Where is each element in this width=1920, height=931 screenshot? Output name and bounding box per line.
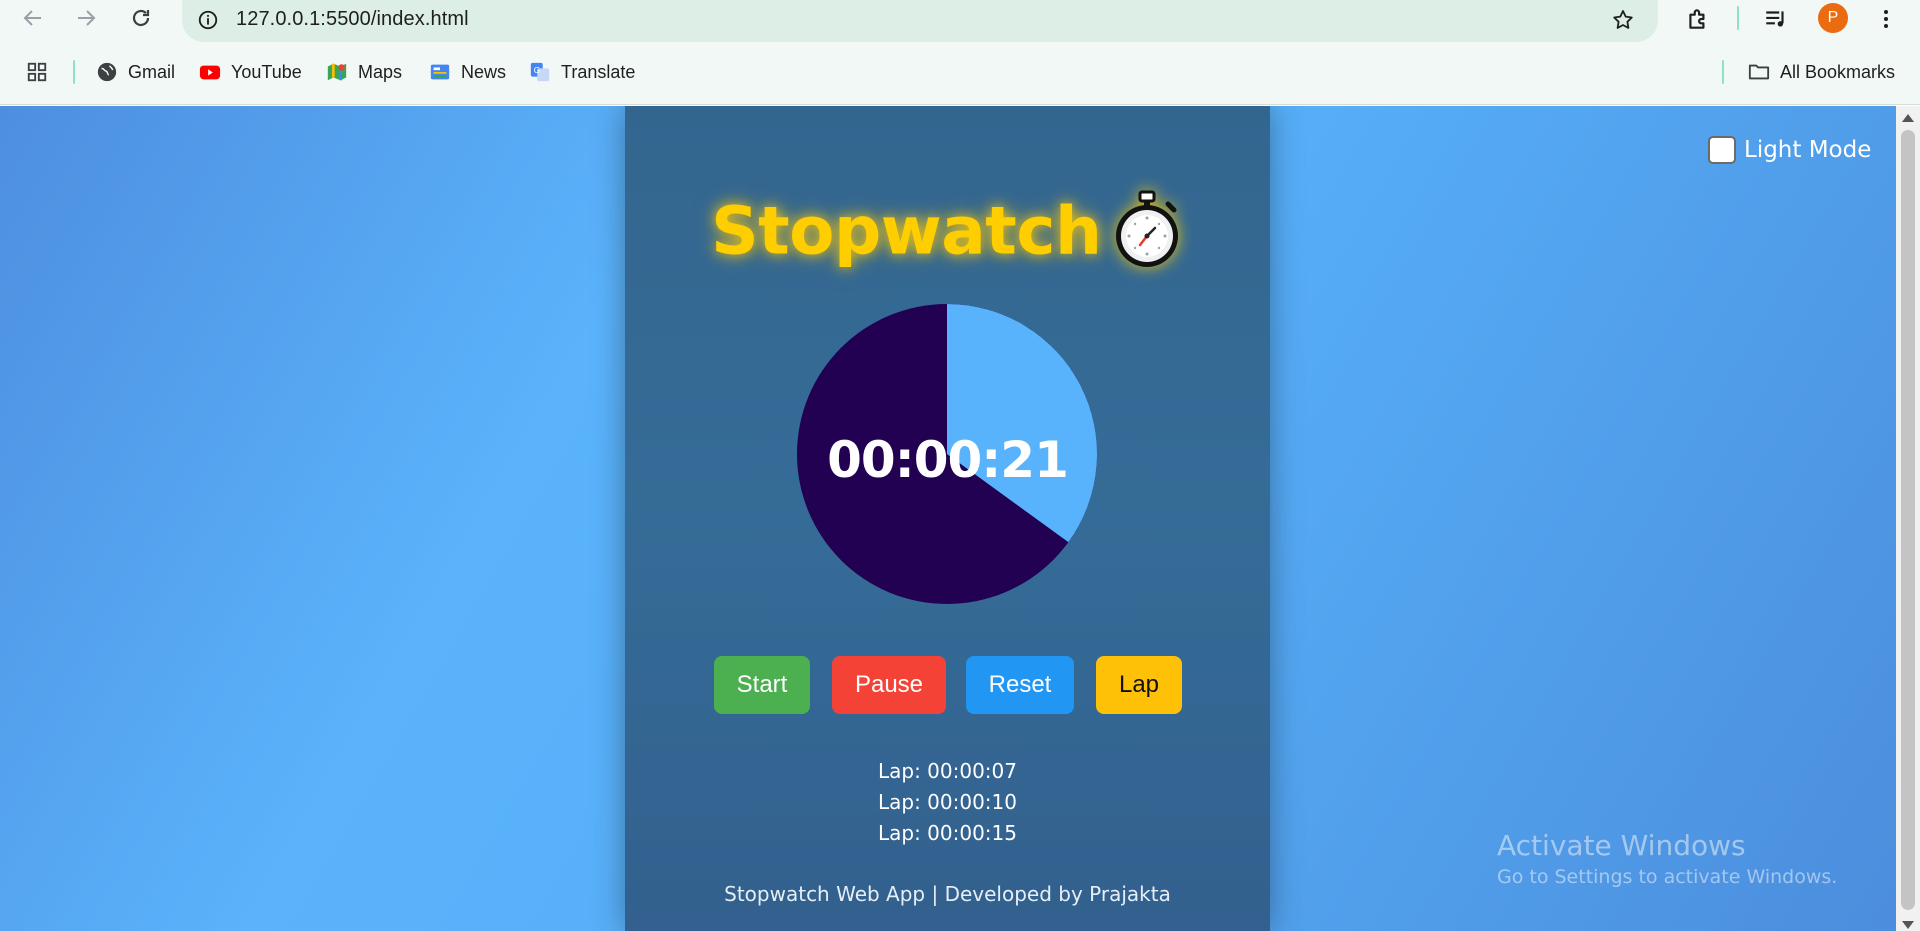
scroll-down-arrow-icon[interactable] xyxy=(1902,921,1914,929)
bookmark-maps[interactable]: Maps xyxy=(326,58,402,86)
footer-text: Stopwatch Web App | Developed by Prajakt… xyxy=(724,882,1171,906)
menu-kebab-icon[interactable] xyxy=(1868,2,1904,36)
lap-item: Lap: 00:00:10 xyxy=(877,790,1017,814)
back-button[interactable] xyxy=(10,0,56,36)
apps-grid-button[interactable] xyxy=(26,58,48,86)
translate-icon: G xyxy=(529,61,551,83)
watermark-subtitle: Go to Settings to activate Windows. xyxy=(1497,866,1838,888)
light-mode-checkbox[interactable] xyxy=(1708,136,1736,164)
stopwatch-icon xyxy=(1110,190,1184,272)
all-bookmarks-button[interactable]: All Bookmarks xyxy=(1748,58,1895,86)
time-display: 00:00:21 xyxy=(827,431,1069,489)
svg-text:G: G xyxy=(534,65,540,75)
maps-icon xyxy=(326,61,348,83)
stopwatch-card: Stopwatch 00:00:21 Start Pause Reset Lap… xyxy=(625,106,1270,931)
globe-icon xyxy=(96,61,118,83)
extensions-icon[interactable] xyxy=(1680,2,1716,36)
bookmarks-divider xyxy=(73,60,75,84)
arrow-right-icon xyxy=(78,10,96,26)
bookmark-label: Translate xyxy=(561,61,636,82)
vertical-scrollbar[interactable] xyxy=(1896,106,1920,931)
site-info-icon[interactable] xyxy=(194,6,222,34)
profile-avatar[interactable]: P xyxy=(1818,3,1848,33)
bookmark-star-icon[interactable] xyxy=(1608,5,1638,35)
watermark-title: Activate Windows xyxy=(1497,829,1746,862)
scroll-up-arrow-icon[interactable] xyxy=(1902,114,1914,122)
bookmark-label: Gmail xyxy=(128,61,176,82)
arrow-left-icon xyxy=(23,10,41,26)
page-viewport: Stopwatch 00:00:21 Start Pause Reset Lap… xyxy=(0,106,1920,931)
lap-button[interactable]: Lap xyxy=(1096,656,1182,714)
news-icon xyxy=(429,61,451,83)
page-title: Stopwatch xyxy=(711,192,1102,270)
lap-item: Lap: 00:00:07 xyxy=(877,759,1017,783)
windows-activation-watermark: Activate Windows Go to Settings to activ… xyxy=(1497,829,1837,888)
light-mode-label: Light Mode xyxy=(1744,137,1872,163)
youtube-icon xyxy=(199,61,221,83)
bookmark-youtube[interactable]: YouTube xyxy=(199,58,302,86)
media-control-icon[interactable] xyxy=(1758,2,1794,36)
all-bookmarks-label: All Bookmarks xyxy=(1780,61,1896,82)
bookmark-label: Maps xyxy=(358,61,403,82)
light-mode-toggle[interactable]: Light Mode xyxy=(1708,136,1871,164)
reload-button[interactable] xyxy=(118,0,164,36)
lap-item: Lap: 00:00:15 xyxy=(877,821,1017,845)
reset-button[interactable]: Reset xyxy=(966,656,1074,714)
scroll-thumb[interactable] xyxy=(1901,130,1915,910)
forward-button[interactable] xyxy=(63,0,109,36)
start-button[interactable]: Start xyxy=(714,656,810,714)
apps-grid-icon xyxy=(26,61,48,83)
bookmark-label: YouTube xyxy=(231,61,302,82)
bookmarks-bar: Gmail YouTube Maps News G Translate All … xyxy=(0,50,1920,94)
bookmark-translate[interactable]: G Translate xyxy=(529,58,635,86)
bookmark-gmail[interactable]: Gmail xyxy=(96,58,175,86)
folder-icon xyxy=(1748,61,1770,83)
url-text: 127.0.0.1:5500/index.html xyxy=(236,8,469,30)
bookmark-news[interactable]: News xyxy=(429,58,506,86)
reload-icon xyxy=(132,9,150,27)
app-header: Stopwatch xyxy=(625,190,1270,272)
bookmarks-divider xyxy=(1722,60,1724,84)
browser-toolbar: 127.0.0.1:5500/index.html P Gmail YouTub… xyxy=(0,0,1920,105)
toolbar-divider xyxy=(1737,6,1739,30)
pause-button[interactable]: Pause xyxy=(832,656,946,714)
address-bar[interactable]: 127.0.0.1:5500/index.html xyxy=(182,0,1658,42)
lap-list: Lap: 00:00:07 Lap: 00:00:10 Lap: 00:00:1… xyxy=(625,756,1270,849)
bookmark-label: News xyxy=(461,61,507,82)
